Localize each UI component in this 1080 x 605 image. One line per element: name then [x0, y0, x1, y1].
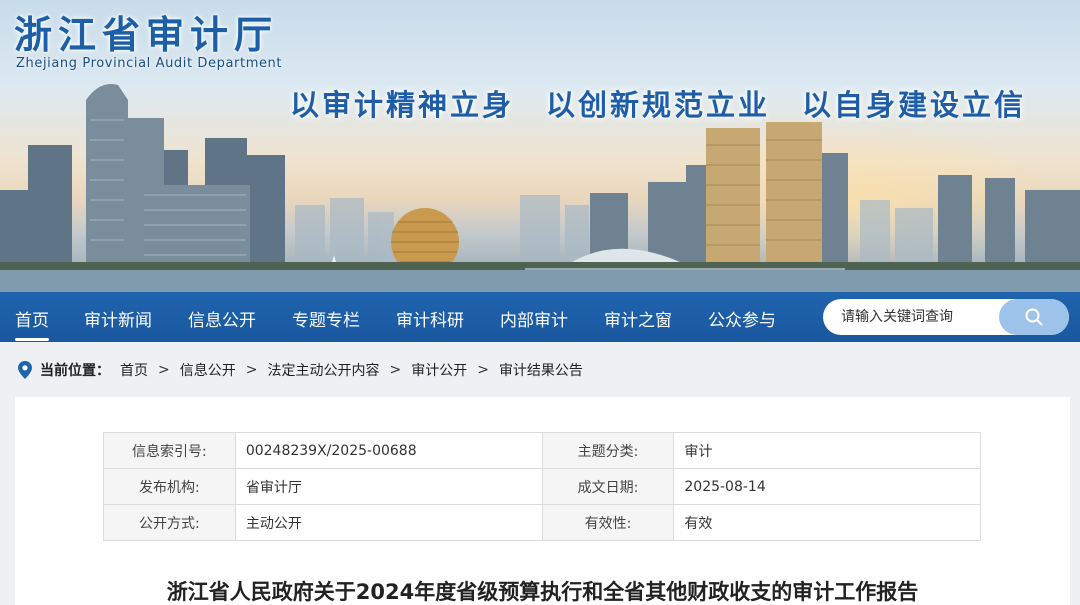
validity-value: 有效 [673, 504, 981, 541]
disclosure-method-value: 主动公开 [234, 504, 543, 541]
breadcrumb: 当前位置： 首页 > 信息公开 > 法定主动公开内容 > 审计公开 > 审计结果… [18, 358, 583, 382]
header-banner: 浙江省审计厅 Zhejiang Provincial Audit Departm… [0, 0, 1080, 292]
content-card: 信息索引号: 00248239X/2025-00688 主题分类: 审计 发布机… [15, 397, 1070, 605]
nav-item-info-disclosure[interactable]: 信息公开 [188, 306, 256, 331]
location-pin-icon [18, 361, 32, 379]
breadcrumb-statutory-content[interactable]: 法定主动公开内容 [267, 360, 379, 380]
site-title: 浙江省审计厅 [14, 12, 279, 57]
nav-item-home[interactable]: 首页 [15, 306, 49, 341]
breadcrumb-audit-results[interactable]: 审计结果公告 [499, 360, 583, 380]
index-number-value: 00248239X/2025-00688 [234, 432, 543, 469]
site-subtitle: Zhejiang Provincial Audit Department [16, 56, 283, 71]
nav-item-audit-window[interactable]: 审计之窗 [604, 306, 672, 331]
nav-item-audit-research[interactable]: 审计科研 [396, 306, 464, 331]
search-box [823, 299, 1069, 335]
table-row: 发布机构: 省审计厅 成文日期: 2025-08-14 [103, 468, 981, 505]
nav-item-internal-audit[interactable]: 内部审计 [500, 306, 568, 331]
table-row: 公开方式: 主动公开 有效性: 有效 [103, 504, 981, 541]
disclosure-method-label: 公开方式: [103, 504, 236, 541]
breadcrumb-separator: > [389, 362, 402, 378]
topic-category-value: 审计 [673, 432, 981, 469]
publisher-value: 省审计厅 [234, 468, 543, 505]
search-button[interactable] [999, 299, 1069, 335]
document-date-value: 2025-08-14 [673, 468, 981, 505]
banner-slogan: 以审计精神立身 以创新规范立业 以自身建设立信 [290, 88, 1027, 122]
nav-item-special-topics[interactable]: 专题专栏 [292, 306, 360, 331]
breadcrumb-label: 当前位置： [40, 363, 110, 379]
nav-item-public-participation[interactable]: 公众参与 [708, 306, 776, 331]
breadcrumb-info-disclosure[interactable]: 信息公开 [180, 360, 236, 380]
search-input[interactable] [823, 299, 1001, 335]
breadcrumb-audit-disclosure[interactable]: 审计公开 [411, 360, 467, 380]
document-metadata-table: 信息索引号: 00248239X/2025-00688 主题分类: 审计 发布机… [103, 432, 981, 541]
publisher-label: 发布机构: [103, 468, 236, 505]
article-title: 浙江省人民政府关于2024年度省级预算执行和全省其他财政收支的审计工作报告 [166, 580, 919, 604]
breadcrumb-separator: > [158, 362, 170, 378]
search-icon [1025, 308, 1043, 326]
topic-category-label: 主题分类: [541, 432, 675, 469]
validity-label: 有效性: [541, 504, 675, 541]
breadcrumb-separator: > [477, 362, 489, 378]
index-number-label: 信息索引号: [103, 432, 236, 469]
breadcrumb-home[interactable]: 首页 [120, 360, 148, 380]
table-row: 信息索引号: 00248239X/2025-00688 主题分类: 审计 [103, 432, 981, 469]
document-date-label: 成文日期: [541, 468, 675, 505]
breadcrumb-separator: > [245, 362, 258, 378]
nav-item-audit-news[interactable]: 审计新闻 [84, 306, 152, 331]
